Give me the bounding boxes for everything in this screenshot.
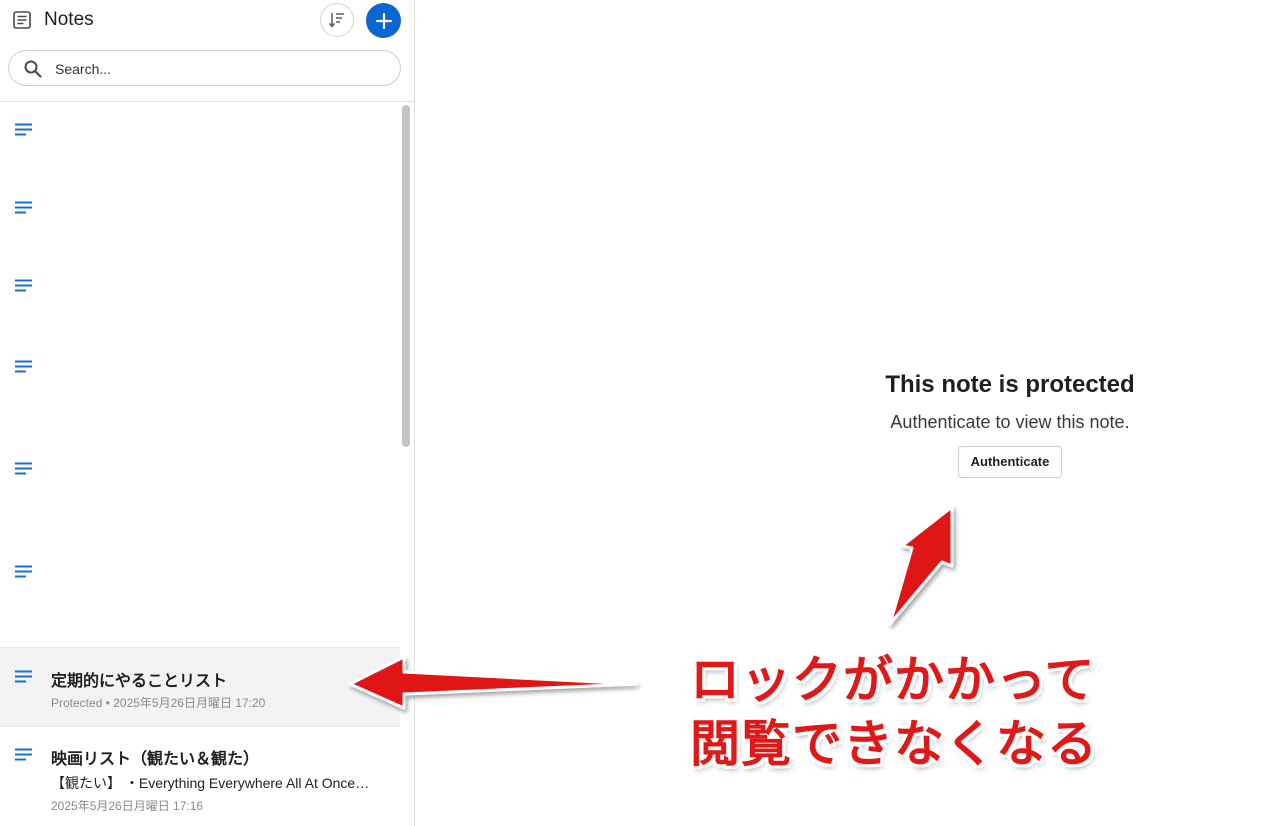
search-input[interactable]: [55, 58, 385, 80]
note-meta: 2025年5月26日月曜日 17:16: [51, 799, 204, 813]
note-lines-icon[interactable]: [15, 360, 33, 374]
note-lines-icon: [15, 670, 32, 683]
note-meta: Protected • 2025年5月26日月曜日 17:20: [51, 696, 266, 710]
notes-app-icon: [13, 11, 31, 29]
note-lines-icon[interactable]: [15, 565, 33, 579]
note-lines-icon: [15, 748, 32, 761]
protected-note-panel: This note is protected Authenticate to v…: [760, 370, 1260, 478]
notes-sidebar: Notes Search... 定期的にやることリスト Protected • …: [0, 0, 415, 826]
annotation-line-2: 閲覧できなくなる: [690, 715, 1098, 773]
plus-icon: [375, 12, 392, 29]
annotation-line-1: ロックがかかって: [690, 651, 1096, 709]
sidebar-scrollbar[interactable]: [402, 105, 410, 447]
annotation-arrow-up: [888, 505, 954, 626]
app-title: Notes: [44, 9, 94, 30]
sidebar-divider: [0, 101, 414, 102]
note-title: 映画リスト（観たい＆観た）: [51, 751, 260, 768]
note-preview: 【観たい】 ・Everything Everywhere All At Once…: [51, 775, 370, 791]
note-lines-icon[interactable]: [15, 123, 33, 137]
sort-icon: [328, 13, 344, 28]
note-lines-icon[interactable]: [15, 279, 33, 293]
note-lines-icon[interactable]: [15, 201, 33, 215]
annotation-caption: ロックがかかって 閲覧できなくなる: [690, 648, 1110, 776]
note-lines-icon[interactable]: [15, 462, 33, 476]
note-title: 定期的にやることリスト: [51, 673, 228, 690]
add-note-button[interactable]: [366, 3, 401, 38]
protected-subtitle: Authenticate to view this note.: [890, 412, 1130, 432]
authenticate-button[interactable]: Authenticate: [958, 446, 1062, 478]
search-icon: [24, 60, 42, 78]
protected-title: This note is protected: [885, 371, 1135, 398]
note-list-item-selected[interactable]: 定期的にやることリスト Protected • 2025年5月26日月曜日 17…: [0, 647, 400, 726]
note-list-item[interactable]: 映画リスト（観たい＆観た） 【観たい】 ・Everything Everywhe…: [0, 726, 400, 826]
sidebar-header: Notes: [0, 0, 414, 42]
search-box[interactable]: [8, 50, 401, 86]
sort-button[interactable]: [320, 3, 354, 37]
